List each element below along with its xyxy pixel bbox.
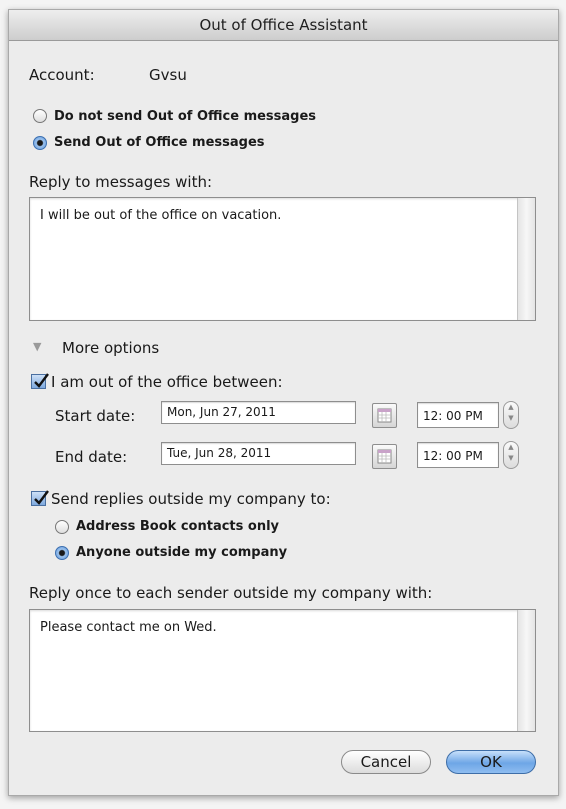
account-label: Account: [29, 66, 95, 84]
checkmark-icon [34, 373, 49, 388]
end-date-label: End date: [55, 448, 128, 466]
radio-button-selected[interactable] [55, 546, 69, 560]
external-reply-label: Reply once to each sender outside my com… [29, 584, 433, 602]
ok-button[interactable]: OK [446, 750, 536, 774]
checkmark-icon [34, 490, 49, 505]
radio-label: Address Book contacts only [76, 519, 280, 534]
radio-button-selected[interactable] [33, 136, 47, 150]
window-title: Out of Office Assistant [9, 10, 558, 41]
end-time-field[interactable]: 12: 00 PM [417, 442, 499, 468]
start-date-label: Start date: [55, 407, 136, 425]
radio-label: Anyone outside my company [76, 545, 288, 560]
account-value: Gvsu [149, 66, 187, 84]
reply-text: I will be out of the office on vacation. [40, 208, 282, 223]
start-time-field[interactable]: 12: 00 PM [417, 402, 499, 428]
more-options-label: More options [62, 339, 160, 357]
external-replies-label: Send replies outside my company to: [51, 490, 331, 508]
start-date-field[interactable]: Mon, Jun 27, 2011 [161, 401, 356, 424]
end-time-stepper[interactable]: ▲ ▼ [503, 441, 519, 469]
reply-textarea[interactable]: I will be out of the office on vacation. [29, 197, 536, 321]
radio-label: Do not send Out of Office messages [54, 109, 317, 124]
external-reply-scrollbar[interactable] [517, 610, 535, 731]
reply-label: Reply to messages with: [29, 173, 213, 191]
radio-button[interactable] [33, 109, 47, 123]
disclosure-triangle-icon[interactable]: ▼ [33, 340, 41, 353]
out-of-office-checkbox[interactable] [31, 373, 49, 389]
stepper-up-icon[interactable]: ▲ [504, 402, 518, 413]
start-time-stepper[interactable]: ▲ ▼ [503, 401, 519, 429]
end-date-calendar-button[interactable] [372, 444, 397, 469]
out-of-office-dialog: Out of Office Assistant Account: Gvsu Do… [8, 9, 559, 796]
calendar-icon [377, 408, 392, 423]
external-reply-textarea[interactable]: Please contact me on Wed. [29, 609, 536, 732]
stepper-up-icon[interactable]: ▲ [504, 442, 518, 453]
end-date-field[interactable]: Tue, Jun 28, 2011 [161, 442, 356, 465]
external-replies-checkbox[interactable] [31, 490, 49, 506]
external-reply-text: Please contact me on Wed. [40, 620, 217, 635]
radio-button[interactable] [55, 520, 69, 534]
reply-scrollbar[interactable] [517, 198, 535, 320]
calendar-icon [377, 449, 392, 464]
cancel-button[interactable]: Cancel [341, 750, 431, 774]
stepper-down-icon[interactable]: ▼ [504, 413, 518, 424]
start-date-calendar-button[interactable] [372, 403, 397, 428]
radio-label: Send Out of Office messages [54, 135, 265, 150]
stepper-down-icon[interactable]: ▼ [504, 453, 518, 464]
out-of-office-label: I am out of the office between: [51, 373, 283, 391]
